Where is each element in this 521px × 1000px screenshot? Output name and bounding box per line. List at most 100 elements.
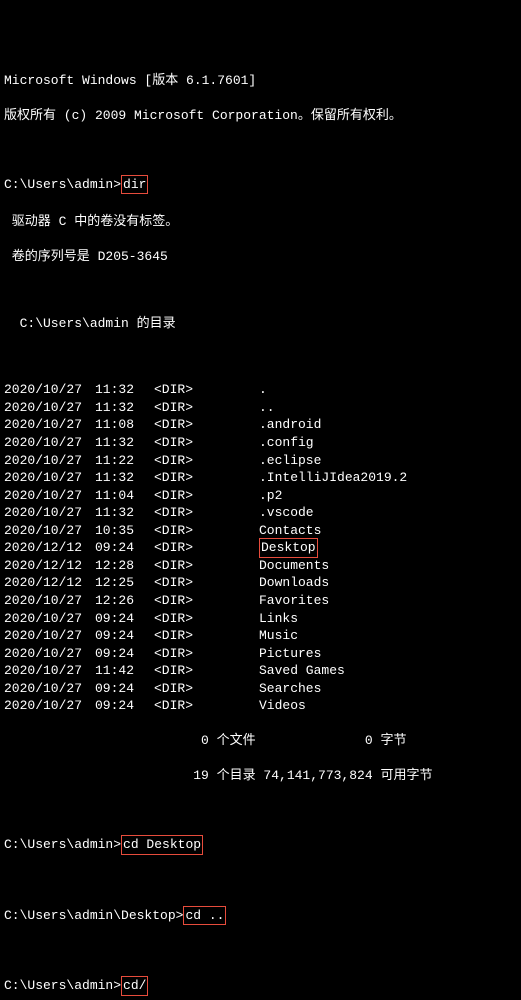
- entry-date: 2020/10/27: [4, 662, 84, 680]
- entry-time: 11:32: [84, 504, 134, 522]
- prompt-path: C:\Users\admin>: [4, 978, 121, 993]
- entry-dir-marker: <DIR>: [144, 434, 224, 452]
- dir-entry: 2020/10/2709:24<DIR>Searches: [4, 680, 517, 698]
- entry-time: 09:24: [84, 610, 134, 628]
- entry-dir-marker: <DIR>: [144, 645, 224, 663]
- entry-dir-marker: <DIR>: [144, 697, 224, 715]
- entry-name: Searches: [224, 680, 321, 698]
- dir-entry: 2020/10/2711:04 <DIR>.p2: [4, 487, 517, 505]
- entry-date: 2020/10/27: [4, 610, 84, 628]
- entry-name: Videos: [224, 697, 306, 715]
- dir-entry: 2020/10/2709:24 <DIR>Pictures: [4, 645, 517, 663]
- cmd-cd-desktop: cd Desktop: [121, 835, 203, 855]
- dir-entry: 2020/10/2712:26 <DIR>Favorites: [4, 592, 517, 610]
- prompt-cd-desktop: C:\Users\admin>cd Desktop: [4, 836, 517, 854]
- header-line-2: 版权所有 (c) 2009 Microsoft Corporation。保留所有…: [4, 107, 517, 125]
- entry-dir-marker: <DIR>: [144, 504, 224, 522]
- entry-date: 2020/12/12: [4, 539, 84, 557]
- entry-dir-marker: <DIR>: [144, 539, 224, 557]
- dir-entry: 2020/12/1209:24 <DIR> Desktop: [4, 539, 517, 557]
- entry-date: 2020/12/12: [4, 574, 84, 592]
- entry-dir-marker: <DIR>: [144, 610, 224, 628]
- entry-time: 12:28: [84, 557, 134, 575]
- entry-dir-marker: <DIR>: [144, 557, 224, 575]
- dir-entry: 2020/10/2711:32 <DIR>.IntelliJIdea2019.2: [4, 469, 517, 487]
- entry-date: 2020/10/27: [4, 434, 84, 452]
- entry-dir-marker: <DIR>: [144, 574, 224, 592]
- highlighted-name: Desktop: [259, 538, 318, 558]
- entry-date: 2020/10/27: [4, 697, 84, 715]
- cmd-dir: dir: [121, 175, 148, 195]
- entry-time: 09:24: [84, 627, 134, 645]
- entry-time: 11:32: [84, 434, 134, 452]
- entry-time: 12:25: [84, 574, 134, 592]
- entry-name: Documents: [224, 557, 329, 575]
- cmd-cd-up: cd ..: [183, 906, 226, 926]
- volume-info-1: 驱动器 C 中的卷没有标签。: [4, 213, 517, 231]
- dir-listing: 2020/10/2711:32<DIR>.2020/10/2711:32<DIR…: [4, 381, 517, 714]
- entry-date: 2020/10/27: [4, 452, 84, 470]
- entry-name: .IntelliJIdea2019.2: [224, 469, 407, 487]
- entry-dir-marker: <DIR>: [144, 469, 224, 487]
- cmd-cd-root: cd/: [121, 976, 148, 996]
- entry-dir-marker: <DIR>: [144, 416, 224, 434]
- dir-entry: 2020/10/2711:32 <DIR>.vscode: [4, 504, 517, 522]
- dir-entry: 2020/12/1212:25 <DIR>Downloads: [4, 574, 517, 592]
- entry-time: 11:42: [84, 662, 134, 680]
- entry-time: 11:32: [84, 469, 134, 487]
- entry-dir-marker: <DIR>: [144, 522, 224, 540]
- entry-date: 2020/10/27: [4, 416, 84, 434]
- dir-entry: 2020/10/2710:35<DIR>Contacts: [4, 522, 517, 540]
- entry-date: 2020/10/27: [4, 504, 84, 522]
- entry-dir-marker: <DIR>: [144, 487, 224, 505]
- summary-files: 0 个文件 0 字节: [4, 732, 517, 750]
- dir-entry: 2020/10/2711:32 <DIR>.: [4, 381, 517, 399]
- entry-time: 10:35: [84, 522, 134, 540]
- entry-name: .p2: [224, 487, 282, 505]
- entry-date: 2020/10/27: [4, 592, 84, 610]
- entry-dir-marker: <DIR>: [144, 399, 224, 417]
- entry-dir-marker: <DIR>: [144, 381, 224, 399]
- entry-date: 2020/10/27: [4, 522, 84, 540]
- header-line-1: Microsoft Windows [版本 6.1.7601]: [4, 72, 517, 90]
- entry-name: Pictures: [224, 645, 321, 663]
- prompt-cd-up: C:\Users\admin\Desktop>cd ..: [4, 907, 517, 925]
- entry-name: ..: [224, 399, 275, 417]
- entry-time: 11:08: [84, 416, 134, 434]
- entry-time: 11:04: [84, 487, 134, 505]
- directory-of: C:\Users\admin 的目录: [4, 315, 517, 333]
- entry-date: 2020/10/27: [4, 487, 84, 505]
- entry-name: Links: [224, 610, 298, 628]
- entry-date: 2020/10/27: [4, 680, 84, 698]
- entry-dir-marker: <DIR>: [144, 592, 224, 610]
- summary-dirs: 19 个目录 74,141,773,824 可用字节: [4, 767, 517, 785]
- entry-time: 12:26: [84, 592, 134, 610]
- entry-date: 2020/10/27: [4, 627, 84, 645]
- dir-entry: 2020/12/1212:28 <DIR>Documents: [4, 557, 517, 575]
- dir-entry: 2020/10/2709:24 <DIR>Videos: [4, 697, 517, 715]
- prompt-path: C:\Users\admin\Desktop>: [4, 908, 183, 923]
- volume-info-2: 卷的序列号是 D205-3645: [4, 248, 517, 266]
- entry-name: Downloads: [224, 574, 329, 592]
- entry-name: .: [224, 381, 267, 399]
- entry-time: 09:24: [84, 697, 134, 715]
- entry-time: 09:24: [84, 645, 134, 663]
- entry-date: 2020/10/27: [4, 645, 84, 663]
- entry-time: 09:24: [84, 539, 134, 557]
- entry-date: 2020/10/27: [4, 381, 84, 399]
- entry-time: 11:32: [84, 381, 134, 399]
- entry-dir-marker: <DIR>: [144, 627, 224, 645]
- prompt-dir: C:\Users\admin>dir: [4, 176, 517, 194]
- entry-time: 11:32: [84, 399, 134, 417]
- dir-entry: 2020/10/2709:24 <DIR>Links: [4, 610, 517, 628]
- dir-entry: 2020/10/2711:08<DIR>.android: [4, 416, 517, 434]
- entry-name: Music: [224, 627, 298, 645]
- entry-date: 2020/10/27: [4, 469, 84, 487]
- entry-dir-marker: <DIR>: [144, 680, 224, 698]
- prompt-path: C:\Users\admin>: [4, 177, 121, 192]
- entry-name: .vscode: [224, 504, 314, 522]
- prompt-cd-root: C:\Users\admin>cd/: [4, 977, 517, 995]
- entry-name: .config: [224, 434, 314, 452]
- entry-name: Favorites: [224, 592, 329, 610]
- entry-date: 2020/12/12: [4, 557, 84, 575]
